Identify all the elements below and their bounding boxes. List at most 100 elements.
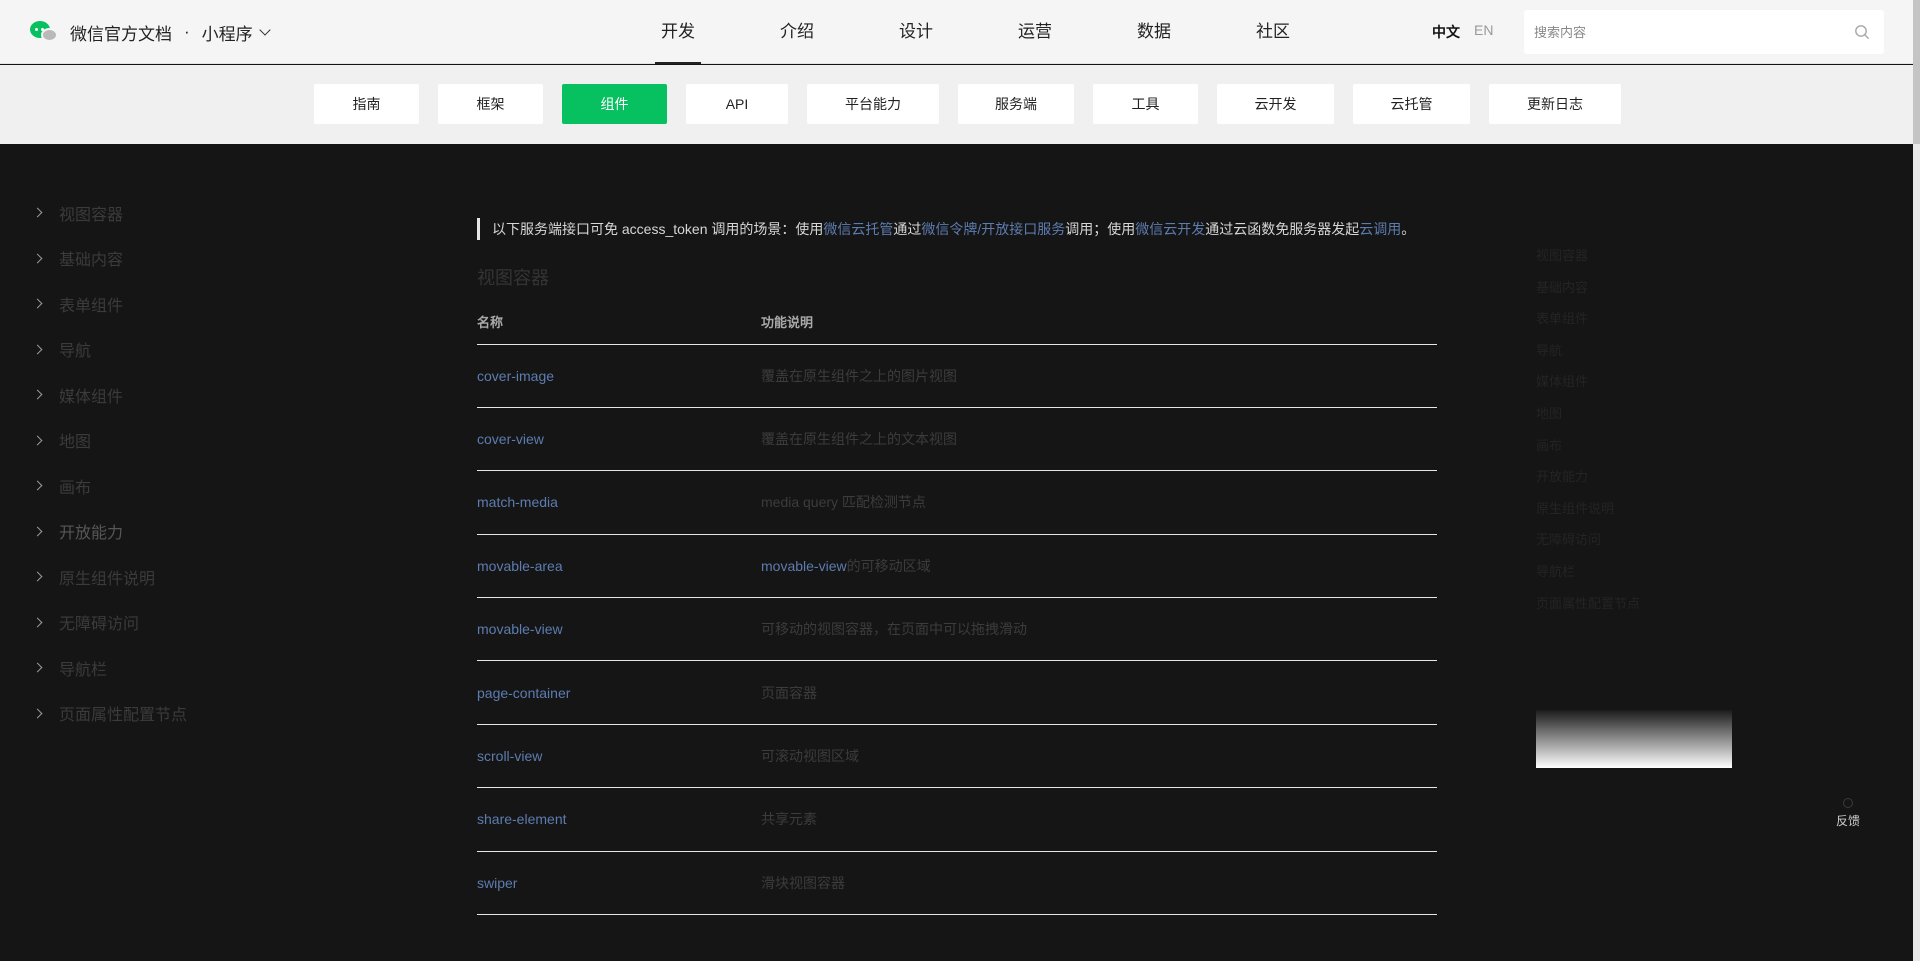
tab-framework[interactable]: 框架 xyxy=(438,84,543,124)
tab-cloud-hosting[interactable]: 云托管 xyxy=(1353,84,1470,124)
tab-tools[interactable]: 工具 xyxy=(1093,84,1198,124)
tab-platform[interactable]: 平台能力 xyxy=(807,84,939,124)
chevron-right-icon xyxy=(32,480,43,491)
sidebar-item-label: 画布 xyxy=(59,479,92,497)
sidebar-item[interactable]: 视图容器 xyxy=(30,190,187,236)
tab-server[interactable]: 服务端 xyxy=(958,84,1074,124)
sidebar-item[interactable]: 媒体组件 xyxy=(30,372,187,418)
feedback-button[interactable]: 反馈 xyxy=(1832,798,1864,829)
sidebar-item[interactable]: 页面属性配置节点 xyxy=(30,691,187,737)
page-scrollbar[interactable] xyxy=(1913,0,1920,961)
component-desc: 覆盖在原生组件之上的图片视图 xyxy=(761,344,1437,408)
chevron-right-icon xyxy=(32,526,43,537)
wechat-logo-icon xyxy=(30,19,60,45)
component-desc: movable-view的可移动区域 xyxy=(761,534,1437,599)
chevron-right-icon xyxy=(32,298,43,309)
nav-item-data[interactable]: 数据 xyxy=(1131,0,1177,64)
toc-item[interactable]: 导航栏 xyxy=(1536,561,1640,593)
component-desc: 可滚动视图区域 xyxy=(761,724,1437,789)
desc-text: 的可移动区域 xyxy=(846,557,931,574)
notice-text: 以下服务端接口可免 access_token 调用的场景：使用 xyxy=(492,221,824,237)
sidebar-item-label: 表单组件 xyxy=(59,297,124,315)
chevron-right-icon xyxy=(32,617,43,628)
sidebar-item[interactable]: 表单组件 xyxy=(30,281,187,327)
search-input[interactable] xyxy=(1524,10,1884,54)
product-label: 小程序 xyxy=(201,24,253,44)
main-content: 以下服务端接口可免 access_token 调用的场景：使用微信云托管通过微信… xyxy=(477,218,1437,916)
desc-link[interactable]: movable-view xyxy=(761,558,847,574)
nav-item-design[interactable]: 设计 xyxy=(893,0,939,64)
nav-item-dev[interactable]: 开发 xyxy=(655,0,701,64)
sidebar-item-label: 导航栏 xyxy=(59,661,108,679)
components-table: 名称 功能说明 cover-image 覆盖在原生组件之上的图片视图 cover… xyxy=(477,300,1437,916)
sidebar-item[interactable]: 导航栏 xyxy=(30,645,187,691)
sidebar-item-label: 媒体组件 xyxy=(59,388,124,406)
nav-item-community[interactable]: 社区 xyxy=(1250,0,1296,64)
chevron-right-icon xyxy=(32,207,43,218)
scrollbar-thumb[interactable] xyxy=(1913,0,1920,144)
sidebar-item[interactable]: 无障碍访问 xyxy=(30,600,187,646)
toc-item[interactable]: 页面属性配置节点 xyxy=(1536,593,1640,625)
component-link[interactable]: movable-area xyxy=(477,534,761,599)
component-link[interactable]: movable-view xyxy=(477,597,761,662)
sidebar-item-label: 视图容器 xyxy=(59,206,124,224)
nav-item-ops[interactable]: 运营 xyxy=(1012,0,1058,64)
sidebar-item[interactable]: 开放能力 xyxy=(30,509,187,555)
chevron-right-icon xyxy=(32,571,43,582)
table-header-row: 名称 功能说明 xyxy=(477,300,1437,345)
component-desc: 覆盖在原生组件之上的文本视图 xyxy=(761,407,1437,472)
component-link[interactable]: cover-view xyxy=(477,407,761,472)
tab-changelog[interactable]: 更新日志 xyxy=(1489,84,1621,124)
sidebar-item[interactable]: 导航 xyxy=(30,327,187,373)
component-link[interactable]: scroll-view xyxy=(477,724,761,789)
toc-item[interactable]: 地图 xyxy=(1536,403,1640,435)
lang-en[interactable]: EN xyxy=(1474,22,1493,42)
component-link[interactable]: cover-image xyxy=(477,344,761,408)
tab-components[interactable]: 组件 xyxy=(562,84,667,124)
product-dropdown[interactable]: 小程序 xyxy=(201,20,271,45)
toc-item[interactable]: 原生组件说明 xyxy=(1536,498,1640,530)
toc-item[interactable]: 无障碍访问 xyxy=(1536,529,1640,561)
toc-item[interactable]: 视图容器 xyxy=(1536,245,1640,277)
component-link[interactable]: match-media xyxy=(477,470,761,535)
feedback-icon xyxy=(1843,798,1853,808)
component-link[interactable]: share-element xyxy=(477,787,761,852)
tab-cloud-dev[interactable]: 云开发 xyxy=(1217,84,1334,124)
notice-text: 调用；使用 xyxy=(1065,221,1136,237)
table-row: cover-view 覆盖在原生组件之上的文本视图 xyxy=(477,407,1437,472)
sidebar-item[interactable]: 画布 xyxy=(30,463,187,509)
toc-item[interactable]: 媒体组件 xyxy=(1536,371,1640,403)
sidebar-item-label: 页面属性配置节点 xyxy=(59,707,188,725)
component-link[interactable]: swiper xyxy=(477,851,761,916)
sidebar-item[interactable]: 基础内容 xyxy=(30,236,187,282)
chevron-down-icon xyxy=(259,23,271,36)
sidebar-item[interactable]: 原生组件说明 xyxy=(30,554,187,600)
toc-item[interactable]: 基础内容 xyxy=(1536,277,1640,309)
component-link[interactable]: page-container xyxy=(477,660,761,725)
lang-zh[interactable]: 中文 xyxy=(1432,22,1460,42)
link-cloud-hosting[interactable]: 微信云托管 xyxy=(823,221,893,237)
link-cloud-dev[interactable]: 微信云开发 xyxy=(1135,221,1205,237)
brand-name[interactable]: 微信官方文档 xyxy=(70,20,172,45)
link-token-service[interactable]: 微信令牌/开放接口服务 xyxy=(921,221,1065,237)
nav-item-intro[interactable]: 介绍 xyxy=(774,0,820,64)
brand-separator: · xyxy=(184,22,190,41)
search-icon[interactable] xyxy=(1854,24,1870,40)
chevron-right-icon xyxy=(32,662,43,673)
tab-guide[interactable]: 指南 xyxy=(314,84,419,124)
notice-text: 。 xyxy=(1401,221,1416,237)
toc-item[interactable]: 画布 xyxy=(1536,435,1640,467)
toc-item[interactable]: 开放能力 xyxy=(1536,466,1640,498)
top-header: 微信官方文档 · 小程序 开发 介绍 设计 运营 数据 社区 中文 EN xyxy=(0,0,1913,64)
brand[interactable]: 微信官方文档 · 小程序 xyxy=(30,18,271,46)
link-cloud-call[interactable]: 云调用 xyxy=(1359,221,1401,237)
sidebar: 视图容器 基础内容 表单组件 导航 媒体组件 地图 画布 开放能力 原生组件说明… xyxy=(30,190,187,736)
chevron-right-icon xyxy=(32,389,43,400)
toc-item[interactable]: 导航 xyxy=(1536,340,1640,372)
toc-item[interactable]: 表单组件 xyxy=(1536,308,1640,340)
main-nav: 开发 介绍 设计 运营 数据 社区 xyxy=(655,0,1369,64)
tab-api[interactable]: API xyxy=(686,84,788,124)
sidebar-item[interactable]: 地图 xyxy=(30,418,187,464)
sidebar-item-label: 开放能力 xyxy=(59,525,124,543)
sub-nav: 指南 框架 组件 API 平台能力 服务端 工具 云开发 云托管 更新日志 xyxy=(314,84,1640,124)
